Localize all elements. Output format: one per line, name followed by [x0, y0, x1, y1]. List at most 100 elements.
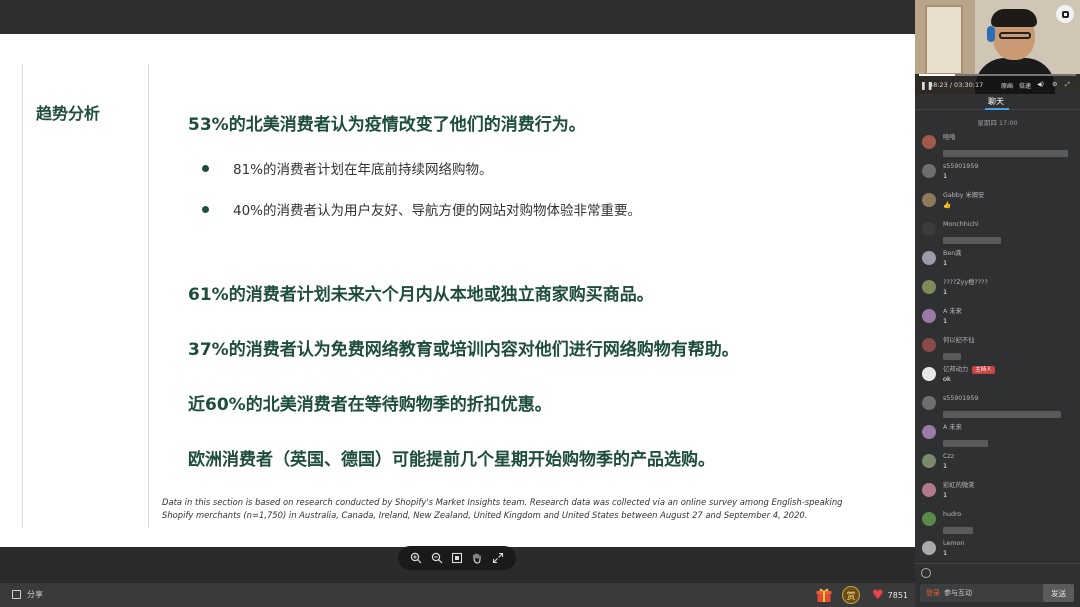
fullscreen-icon[interactable] [491, 551, 505, 565]
avatar[interactable] [922, 135, 936, 149]
share-label: 分享 [27, 590, 43, 599]
playback-time: 48:23 / 03:30:17 [929, 81, 984, 89]
chat-message: Lemon 1 [915, 539, 1080, 563]
app-window: 趋势分析 53%的北美消费者认为疫情改变了他们的消费行为。 81%的消费者计划在… [0, 0, 1080, 607]
quality-button[interactable]: 原画 [1001, 81, 1013, 90]
chat-text: 1 [943, 491, 948, 499]
avatar[interactable] [922, 483, 936, 497]
chat-username-text: A 未来 [943, 308, 962, 315]
avatar[interactable] [922, 338, 936, 352]
avatar[interactable] [922, 164, 936, 178]
volume-icon[interactable]: ◀) [1037, 81, 1044, 88]
presenter-headset [987, 26, 995, 42]
progress-fill [919, 74, 956, 76]
bullet-item: 81%的消费者计划在年底前持续网络购物。 [202, 158, 493, 178]
chat-message: A 未来 1 [915, 307, 1080, 336]
chat-username: A 未来 [943, 423, 1080, 432]
side-panel: ❚❚ 48:23 / 03:30:17 原画 倍速 ◀) ⚙ ⤢ 聊天 星期四 … [915, 0, 1080, 607]
chat-message: ????Zyy橙???? 1 [915, 278, 1080, 307]
section-title: 趋势分析 [36, 104, 101, 123]
send-button[interactable]: 发送 [1043, 584, 1074, 602]
speed-button[interactable]: 倍速 [1019, 81, 1031, 90]
chat-username-text: s55901959 [943, 163, 979, 170]
bullet-dot [202, 164, 209, 172]
chat-username-text: Czz [943, 453, 955, 460]
chat-message: A 未来 [915, 423, 1080, 452]
bottom-bar: 分享 [0, 583, 915, 607]
chat-username-text: 亿邦动力 [943, 366, 969, 373]
redacted-text [943, 411, 1061, 418]
avatar[interactable] [922, 193, 936, 207]
zoom-out-icon[interactable] [430, 551, 444, 565]
redacted-text [943, 527, 973, 534]
chat-message: Monchhichi [915, 220, 1080, 249]
chat-username-text: Monchhichi [943, 221, 979, 228]
share-button[interactable]: 分享 [12, 589, 43, 600]
chat-username: Lemon [943, 539, 1080, 548]
like-count: 7851 [887, 591, 909, 600]
avatar[interactable] [922, 512, 936, 526]
chat-username-text: 何以纪不仙 [943, 337, 975, 344]
chat-username: 何以纪不仙 [943, 336, 1080, 345]
chat-username: s55901959 [943, 162, 1080, 171]
divider [148, 64, 149, 528]
redacted-text [943, 237, 1001, 244]
chat-input[interactable]: 登录 参与互动 [920, 584, 1044, 602]
avatar[interactable] [922, 280, 936, 294]
gift-icon[interactable] [816, 587, 832, 603]
avatar[interactable] [922, 309, 936, 323]
fullscreen-icon[interactable]: ⤢ [1065, 81, 1070, 89]
slide: 趋势分析 53%的北美消费者认为疫情改变了他们的消费行为。 81%的消费者计划在… [0, 34, 915, 547]
chat-message: 亿邦动力 主持人 ok [915, 365, 1080, 394]
login-link[interactable]: 登录 [926, 589, 940, 597]
avatar[interactable] [922, 367, 936, 381]
headline: 37%的消费者认为免费网络教育或培训内容对他们进行网络购物有帮助。 [188, 340, 739, 360]
chat-username: 亿邦动力 主持人 [943, 365, 1080, 374]
emoji-icon[interactable] [921, 568, 931, 578]
avatar[interactable] [922, 222, 936, 236]
chat-username-text: A 未来 [943, 424, 962, 431]
chat-username: 彩虹的微笑 [943, 481, 1080, 490]
host-badge: 主持人 [972, 366, 995, 374]
chat-username: ????Zyy橙???? [943, 278, 1080, 287]
like-button[interactable]: ♥ 7851 [872, 588, 908, 603]
chat-username-text: Lemon [943, 540, 965, 547]
footnote: Data in this section is based on researc… [162, 497, 843, 520]
chat-text: 1 [943, 288, 948, 296]
fit-icon[interactable] [450, 551, 464, 565]
live-video[interactable]: ❚❚ 48:23 / 03:30:17 原画 倍速 ◀) ⚙ ⤢ [915, 0, 1080, 94]
chat-text: 👍 [943, 201, 952, 209]
chat-message: s55901959 [915, 394, 1080, 423]
player-controls: ❚❚ 48:23 / 03:30:17 原画 倍速 ◀) ⚙ ⤢ [915, 74, 1080, 94]
avatar[interactable] [922, 425, 936, 439]
chat-timestamp: 星期四 17:00 [977, 119, 1018, 127]
headline: 欧洲消费者（英国、德国）可能提前几个星期开始购物季的产品选购。 [188, 450, 715, 470]
chat-text: 1 [943, 317, 948, 325]
avatar[interactable] [922, 251, 936, 265]
share-icon [12, 590, 21, 599]
chat-input-row: 登录 参与互动 发送 [915, 563, 1080, 607]
avatar[interactable] [922, 454, 936, 468]
chat-message: s55901959 1 [915, 162, 1080, 191]
avatar[interactable] [922, 541, 936, 555]
chat-message: Czz 1 [915, 452, 1080, 481]
chat-username-text: ????Zyy橙???? [943, 279, 988, 286]
chat-list[interactable]: 星期四 17:00 哈哈 s55901959 1 Gabby 米卿安 👍 Monchhic… [915, 113, 1080, 563]
camera-toggle-icon[interactable] [1056, 5, 1074, 23]
settings-icon[interactable]: ⚙ [1052, 81, 1057, 88]
chat-text: 1 [943, 172, 948, 180]
chat-message: 何以纪不仙 [915, 336, 1080, 365]
chat-text: 1 [943, 259, 948, 267]
chat-message: hudro [915, 510, 1080, 539]
headline: 53%的北美消费者认为疫情改变了他们的消费行为。 [188, 115, 586, 135]
chat-text: 1 [943, 549, 948, 557]
chat-message: Ben龚 1 [915, 249, 1080, 278]
hand-icon[interactable] [470, 551, 484, 565]
avatar[interactable] [922, 396, 936, 410]
zoom-in-icon[interactable] [409, 551, 423, 565]
progress-bar[interactable] [919, 74, 1076, 76]
top-bar [0, 0, 915, 34]
chat-text: ok [943, 375, 951, 383]
reward-button[interactable]: 赏 [842, 586, 860, 604]
tab-chat[interactable]: 聊天 [988, 96, 1004, 107]
